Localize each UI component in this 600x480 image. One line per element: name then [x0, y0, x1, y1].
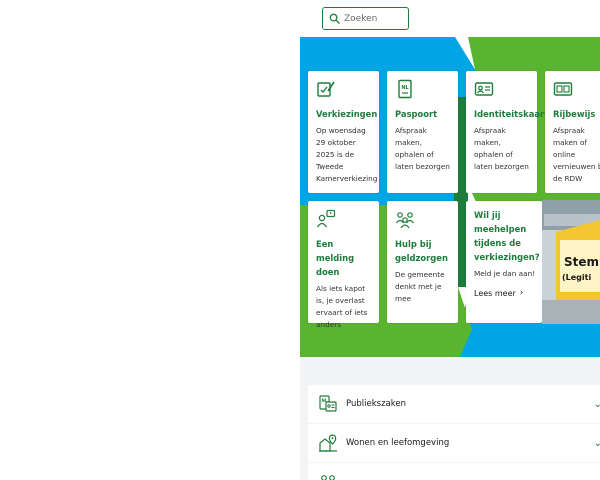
- house-location-icon: [319, 434, 337, 452]
- card-title: Rijbewijs: [553, 109, 596, 119]
- card-title: Een melding doen: [316, 239, 355, 277]
- card-identiteitskaart[interactable]: Identiteitskaart Afspraak maken, ophalen…: [466, 71, 549, 193]
- card-description: Afspraak maken, ophalen of laten bezorge…: [474, 126, 529, 171]
- card-title: Identiteitskaart: [474, 109, 549, 119]
- card-description: Meld je dan aan!: [474, 269, 536, 278]
- card-description: Op woensdag 29 oktober 2025 is de Tweede…: [316, 126, 378, 183]
- card-melding[interactable]: Een melding doen Als iets kapot is, je o…: [308, 201, 379, 329]
- polling-station-sign-image: Stem (Legiti: [542, 200, 600, 324]
- election-photo: Stem (Legiti: [542, 200, 600, 324]
- card-paspoort[interactable]: NL Paspoort Afspraak maken, ophalen of l…: [387, 71, 458, 193]
- people-icon: [321, 475, 335, 480]
- ballot-pen-icon: [317, 81, 335, 97]
- chevron-right-icon: ›: [519, 288, 524, 298]
- card-description: De gemeente denkt met je mee: [395, 270, 445, 303]
- card-description: Als iets kapot is, je overlast ervaart o…: [316, 284, 368, 329]
- chevron-down-icon: ⌄: [593, 437, 600, 449]
- search-input[interactable]: [344, 13, 404, 24]
- people-help-icon: [396, 212, 414, 229]
- card-description: Afspraak maken of online vernieuwen bij …: [553, 126, 600, 183]
- card-description: Afspraak maken, ophalen of laten bezorge…: [395, 126, 450, 171]
- sign-text-sub: (Legiti: [562, 273, 591, 282]
- documents-icon: NL: [319, 395, 337, 412]
- card-rijbewijs[interactable]: Rijbewijs Afspraak maken of online verni…: [545, 71, 600, 193]
- search-box[interactable]: [322, 7, 409, 30]
- chevron-down-icon: ⌄: [593, 398, 600, 410]
- read-more-link[interactable]: Lees meer ›: [474, 288, 536, 298]
- topic-third[interactable]: [308, 463, 600, 480]
- card-title: Verkiezingen: [316, 109, 378, 119]
- sign-text-main: Stem: [564, 255, 599, 269]
- card-title: Paspoort: [395, 109, 438, 119]
- topic-publiekszaken[interactable]: NL Publiekszaken ⌄: [308, 385, 600, 423]
- svg-text:NL: NL: [401, 85, 409, 91]
- card-title: Wil jij meehelpen tijdens de verkiezinge…: [474, 210, 540, 262]
- card-geldzorgen[interactable]: Hulp bij geldzorgen De gemeente denkt me…: [387, 201, 458, 323]
- card-verkiezingen[interactable]: Verkiezingen Op woensdag 29 oktober 2025…: [308, 71, 379, 193]
- card-title: Hulp bij geldzorgen: [395, 239, 448, 263]
- card-meehelpen[interactable]: Wil jij meehelpen tijdens de verkiezinge…: [466, 201, 542, 323]
- search-icon: [329, 13, 340, 24]
- read-more-label: Lees meer: [474, 288, 516, 298]
- topic-label: Wonen en leefomgeving: [346, 438, 450, 448]
- topic-wonen[interactable]: Wonen en leefomgeving ⌄: [308, 424, 600, 462]
- passport-icon: NL: [398, 79, 412, 99]
- report-icon: [316, 209, 336, 228]
- id-card-icon: [474, 82, 494, 96]
- drivers-license-icon: [553, 82, 573, 96]
- topic-label: Publiekszaken: [346, 399, 406, 409]
